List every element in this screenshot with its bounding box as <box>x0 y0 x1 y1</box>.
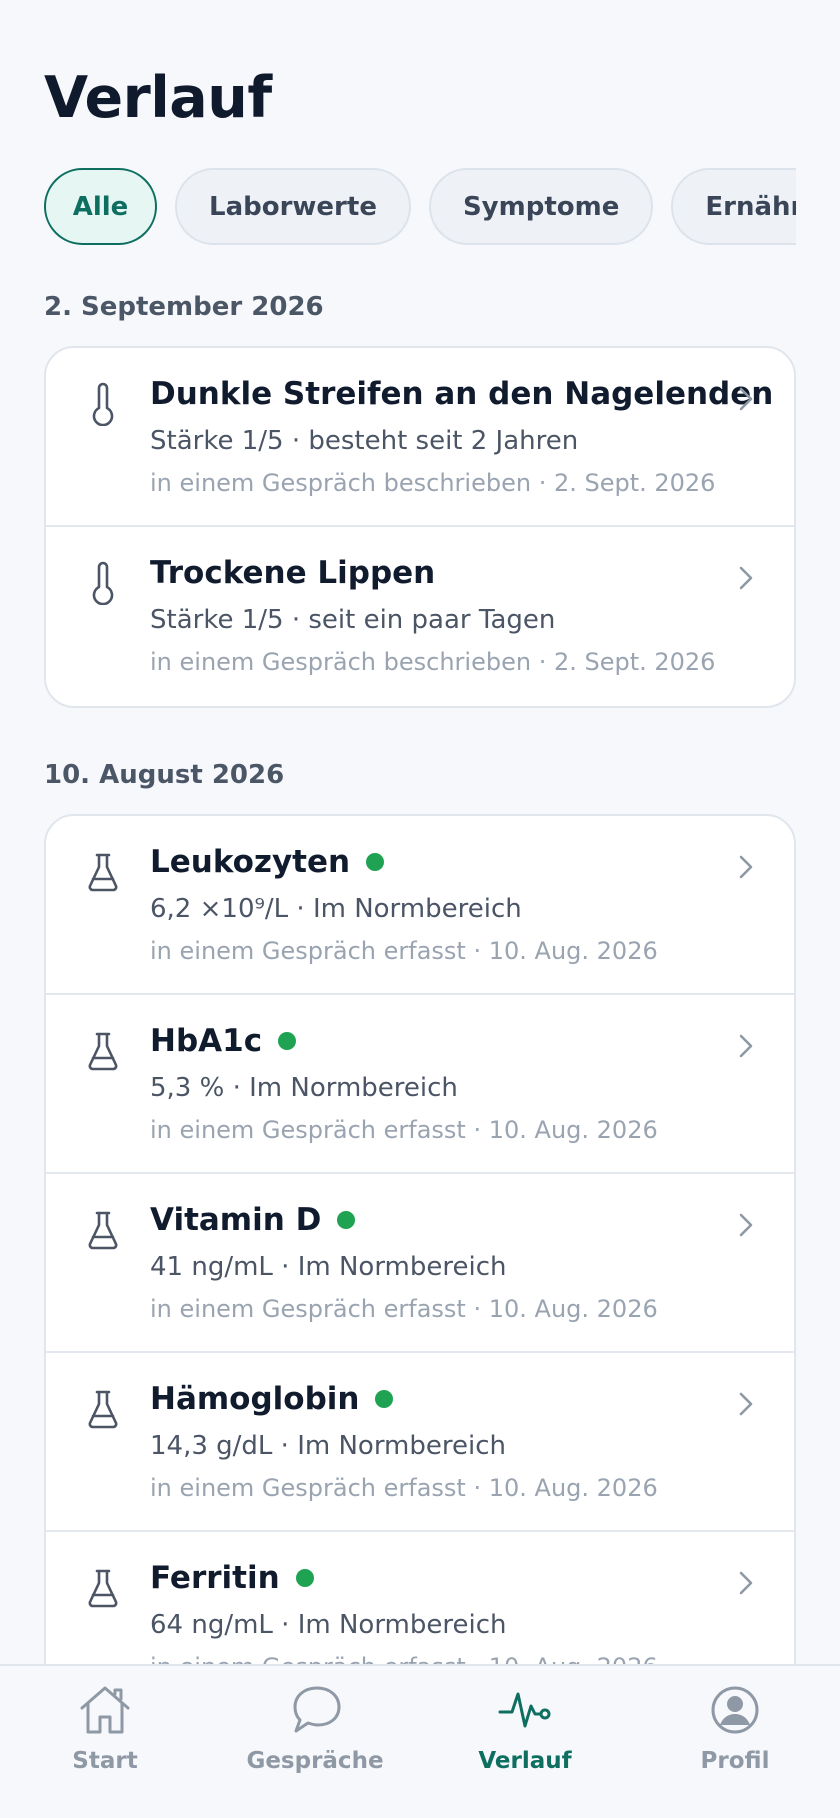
status-normal-dot <box>375 1390 394 1408</box>
nav-item-start[interactable]: Start <box>0 1682 210 1792</box>
flask-icon <box>88 1032 118 1071</box>
entry-title: HbA1c <box>150 1023 297 1059</box>
list-item[interactable]: HbA1c 5,3 % · Im Normbereich in einem Ge… <box>46 995 794 1174</box>
status-normal-dot <box>278 1032 297 1050</box>
nav-label: Verlauf <box>478 1748 572 1774</box>
nav-item-history[interactable]: Verlauf <box>420 1682 630 1792</box>
chevron-right-icon <box>739 1571 753 1595</box>
entry-title: Vitamin D <box>150 1202 356 1238</box>
entry-detail: Stärke 1/5 · seit ein paar Tagen <box>150 605 556 635</box>
status-normal-dot <box>366 853 385 871</box>
status-normal-dot <box>295 1569 314 1587</box>
entry-title: Ferritin <box>150 1560 314 1596</box>
list-item[interactable]: Trockene Lippen Stärke 1/5 · seit ein pa… <box>46 527 794 706</box>
page-title: Verlauf <box>44 65 272 131</box>
pulse-icon <box>498 1692 551 1728</box>
entry-meta: in einem Gespräch beschrieben · 2. Sept.… <box>150 648 716 676</box>
bottom-navigation: Start Gespräche Verlauf Profil <box>0 1664 840 1818</box>
chevron-right-icon <box>739 566 753 590</box>
entry-meta: in einem Gespräch erfasst · 10. Aug. 202… <box>150 937 658 965</box>
entry-card: Leukozyten 6,2 ×10⁹/L · Im Normbereich i… <box>44 814 796 1714</box>
nav-item-profile[interactable]: Profil <box>630 1682 840 1792</box>
flask-icon <box>88 1211 118 1250</box>
entry-title: Leukozyten <box>150 844 385 880</box>
chevron-right-icon <box>739 1213 753 1237</box>
list-item[interactable]: Hämoglobin 14,3 g/dL · Im Normbereich in… <box>46 1353 794 1532</box>
chevron-right-icon <box>739 1392 753 1416</box>
entry-detail: Stärke 1/5 · besteht seit 2 Jahren <box>150 426 579 456</box>
filter-chip-lab-values[interactable]: Laborwerte <box>175 168 411 245</box>
entry-detail: 14,3 g/dL · Im Normbereich <box>150 1431 506 1461</box>
filter-chip-symptoms[interactable]: Symptome <box>428 168 654 245</box>
entry-meta: in einem Gespräch beschrieben · 2. Sept.… <box>150 469 716 497</box>
list-item[interactable]: Vitamin D 41 ng/mL · Im Normbereich in e… <box>46 1174 794 1353</box>
section-date-heading: 2. September 2026 <box>44 292 324 322</box>
section-date-heading: 10. August 2026 <box>44 760 285 790</box>
status-normal-dot <box>337 1211 356 1229</box>
home-icon <box>80 1686 130 1734</box>
flask-icon <box>88 853 118 892</box>
chat-bubble-icon <box>293 1686 341 1733</box>
entry-title: Trockene Lippen <box>150 555 436 591</box>
filter-chip-bar: Alle Laborwerte Symptome Ernährung <box>44 168 796 248</box>
entry-card: Dunkle Streifen an den Nagelenden Stärke… <box>44 346 796 708</box>
filter-chip-all[interactable]: Alle <box>44 168 157 245</box>
history-screen: Verlauf Alle Laborwerte Symptome Ernähru… <box>0 0 840 1818</box>
nav-label: Gespräche <box>246 1748 384 1774</box>
thermometer-icon <box>92 561 114 605</box>
flask-icon <box>88 1569 118 1608</box>
chevron-right-icon <box>739 855 753 879</box>
entry-detail: 5,3 % · Im Normbereich <box>150 1073 458 1103</box>
list-item[interactable]: Dunkle Streifen an den Nagelenden Stärke… <box>46 348 794 527</box>
chevron-right-icon <box>739 1034 753 1058</box>
profile-icon <box>711 1686 759 1734</box>
flask-icon <box>88 1390 118 1429</box>
entry-meta: in einem Gespräch erfasst · 10. Aug. 202… <box>150 1116 658 1144</box>
entry-title: Dunkle Streifen an den Nagelenden <box>150 376 774 412</box>
entry-title: Hämoglobin <box>150 1381 394 1417</box>
entry-detail: 6,2 ×10⁹/L · Im Normbereich <box>150 894 522 924</box>
entry-detail: 64 ng/mL · Im Normbereich <box>150 1610 507 1640</box>
list-item[interactable]: Leukozyten 6,2 ×10⁹/L · Im Normbereich i… <box>46 816 794 995</box>
filter-chip-nutrition[interactable]: Ernährung <box>671 168 796 245</box>
entry-meta: in einem Gespräch erfasst · 10. Aug. 202… <box>150 1474 658 1502</box>
entry-detail: 41 ng/mL · Im Normbereich <box>150 1252 507 1282</box>
nav-label: Profil <box>700 1748 770 1774</box>
thermometer-icon <box>92 382 114 426</box>
chevron-right-icon <box>739 387 753 411</box>
nav-item-conversations[interactable]: Gespräche <box>210 1682 420 1792</box>
entry-meta: in einem Gespräch erfasst · 10. Aug. 202… <box>150 1295 658 1323</box>
nav-label: Start <box>72 1748 138 1774</box>
